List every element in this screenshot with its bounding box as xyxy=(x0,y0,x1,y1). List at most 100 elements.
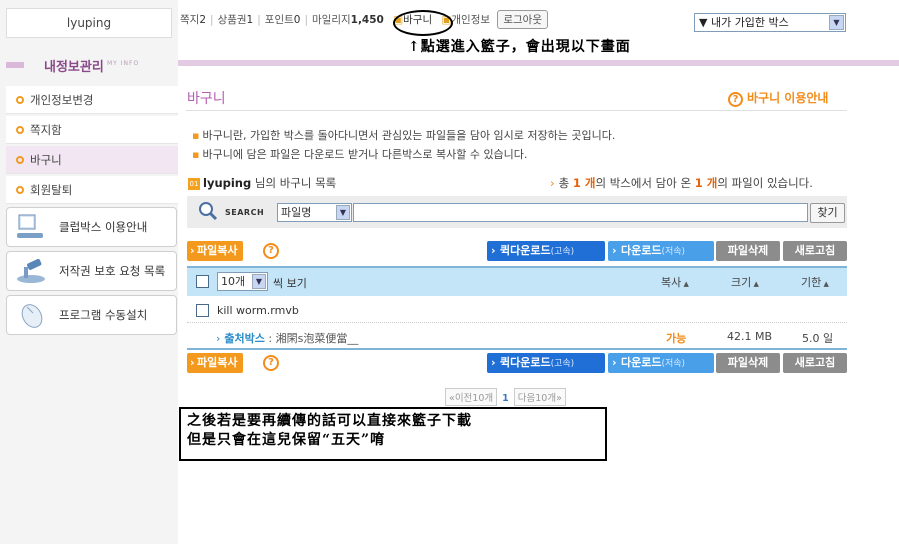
summary-post: 의 파일이 있습니다. xyxy=(717,176,813,190)
row-copy-status: 가능 xyxy=(666,332,687,345)
chevron-down-icon: ▼ xyxy=(252,274,266,289)
mouse-icon xyxy=(21,304,43,328)
download-label: 다운로드 xyxy=(621,356,662,369)
search-input[interactable] xyxy=(353,203,808,222)
computer-icon xyxy=(17,214,43,238)
basket-guide-link[interactable]: ? 바구니 이용안내 xyxy=(728,89,828,107)
list-summary: › 총 1 개의 박스에서 담아 온 1 개의 파일이 있습니다. xyxy=(550,175,813,191)
annotation-note-box: 之後若是要再續傳的話可以直接來籃子下載 但是只會在這兒保留“五天”唷 xyxy=(179,407,607,461)
source-label: 출처박스 xyxy=(224,332,265,345)
select-all-checkbox[interactable] xyxy=(196,275,209,288)
gavel-icon xyxy=(17,258,45,283)
summary-mid: 의 박스에서 담아 온 xyxy=(595,176,695,190)
per-page-label: 씩 보기 xyxy=(273,277,307,290)
download-button[interactable]: 다운로드(저속) xyxy=(608,241,714,261)
divider: | xyxy=(304,13,308,26)
notes-count: 2 xyxy=(199,13,207,26)
mileage-link[interactable]: 마일리지1,450 xyxy=(312,12,384,27)
search-field-select[interactable]: 파일명 ▼ xyxy=(277,203,352,222)
profile-label: 개인정보 xyxy=(451,14,491,26)
coupon-count: 1 xyxy=(246,13,254,26)
search-icon xyxy=(199,202,218,221)
current-page[interactable]: 1 xyxy=(502,393,509,404)
prev-page-button[interactable]: «이전10개 xyxy=(445,388,498,406)
refresh-button-bottom[interactable]: 새로고침 xyxy=(783,353,847,373)
logout-button[interactable]: 로그아웃 xyxy=(497,10,548,29)
summary-pre: 총 xyxy=(558,176,573,190)
description-line-2: 바구니에 담은 파일은 다운로드 받거나 다른박스로 복사할 수 있습니다. xyxy=(192,146,527,162)
sidebar-item-label: 바구니 xyxy=(30,153,62,167)
notes-link[interactable]: 쪽지2 xyxy=(180,12,206,27)
next-page-button[interactable]: 다음10개» xyxy=(513,388,566,406)
page-title: 바구니 xyxy=(187,91,226,107)
column-size[interactable]: 크기 xyxy=(731,274,759,290)
chevron-down-icon: ▼ xyxy=(829,15,844,30)
description-line-1: 바구니란, 가입한 박스를 돌아다니면서 관심있는 파일들을 담아 임시로 저장… xyxy=(192,127,615,143)
point-count: 0 xyxy=(293,13,301,26)
bullet-icon xyxy=(16,96,24,104)
bullet-icon xyxy=(16,126,24,134)
column-expire[interactable]: 기한 xyxy=(801,274,829,290)
list-title-suffix: 님의 바구니 목록 xyxy=(251,176,337,190)
sidebar-title: 내정보관리 xyxy=(44,60,104,75)
copy-file-button-bottom[interactable]: 파일복사 xyxy=(187,353,244,373)
point-link[interactable]: 포인트0 xyxy=(265,12,301,27)
side-box-label: 프로그램 수동설치 xyxy=(59,308,148,322)
quick-download-label: 퀵다운로드 xyxy=(500,244,551,257)
list-title: 01 lyuping 님의 바구니 목록 xyxy=(188,175,336,191)
row-size: 42.1 MB xyxy=(727,330,773,343)
search-field-value: 파일명 xyxy=(281,206,312,219)
download-button-bottom[interactable]: 다운로드(저속) xyxy=(608,353,714,373)
sidebar-item-messages[interactable]: 쪽지함 xyxy=(6,116,178,144)
row-filename[interactable]: kill worm.rmvb xyxy=(217,304,299,317)
sidebar-item-basket[interactable]: 바구니 xyxy=(6,146,178,174)
mileage-count: 1,450 xyxy=(350,13,384,26)
search-button[interactable]: 찾기 xyxy=(810,203,845,223)
row-source: › 출처박스 : 湘閑s泡菜便當__ xyxy=(216,330,358,346)
title-divider xyxy=(186,110,847,111)
quick-download-sub: (고속) xyxy=(550,247,575,257)
help-icon[interactable]: ? xyxy=(263,243,279,259)
bullet-icon xyxy=(16,156,24,164)
delete-file-button[interactable]: 파일삭제 xyxy=(716,241,780,261)
top-bar: 쪽지2 | 상품권1 | 포인트0 | 마일리지1,450 ▣바구니 ▣개인정보 로그아웃 xyxy=(180,10,548,34)
joined-box-select[interactable]: ▼ 내가 가입한 박스 ▼ xyxy=(694,13,846,32)
copyright-list-link[interactable]: 저작권 보호 요청 목록 xyxy=(6,251,177,291)
sidebar-header: 내정보관리 MY INFO xyxy=(0,52,178,78)
question-icon: ? xyxy=(728,92,743,107)
copy-file-button[interactable]: 파일복사 xyxy=(187,241,244,261)
quick-download-label: 퀵다운로드 xyxy=(500,356,551,369)
quick-download-button-bottom[interactable]: 퀵다운로드(고속) xyxy=(487,353,605,373)
pagination: «이전10개 1 다음10개» xyxy=(445,388,566,406)
help-icon[interactable]: ? xyxy=(263,355,279,371)
divider: | xyxy=(210,13,214,26)
summary-file-count: 1 개 xyxy=(694,176,718,190)
summary-box-count: 1 개 xyxy=(572,176,596,190)
per-page-select[interactable]: 10개 ▼ xyxy=(217,272,268,291)
source-value[interactable]: : 湘閑s泡菜便當__ xyxy=(265,332,358,345)
quick-download-button[interactable]: 퀵다운로드(고속) xyxy=(487,241,605,261)
search-label: SEARCH xyxy=(225,208,265,217)
row-checkbox[interactable] xyxy=(196,304,209,317)
notes-label: 쪽지 xyxy=(180,14,200,26)
header-bar xyxy=(6,62,24,68)
download-sub: (저속) xyxy=(661,247,686,257)
manual-install-link[interactable]: 프로그램 수동설치 xyxy=(6,295,177,335)
coupon-link[interactable]: 상품권1 xyxy=(218,12,254,27)
chevron-down-icon: ▼ xyxy=(336,205,350,220)
bullet-icon xyxy=(16,186,24,194)
arrow-right-icon: › xyxy=(550,176,555,190)
club-box-guide-link[interactable]: 클럽박스 이용안내 xyxy=(6,207,177,247)
divider: | xyxy=(257,13,261,26)
sidebar-item-label: 쪽지함 xyxy=(30,123,62,137)
column-copy[interactable]: 복사 xyxy=(661,274,689,290)
annotation-note-line-2: 但是只會在這兒保留“五天”唷 xyxy=(187,432,386,448)
side-box-label: 클럽박스 이용안내 xyxy=(59,220,148,234)
refresh-button[interactable]: 새로고침 xyxy=(783,241,847,261)
delete-file-button-bottom[interactable]: 파일삭제 xyxy=(716,353,780,373)
sidebar-item-profile-edit[interactable]: 개인정보변경 xyxy=(6,86,178,114)
list-user: lyuping xyxy=(203,176,252,190)
sidebar-item-withdraw[interactable]: 회원탈퇴 xyxy=(6,176,178,204)
next-page-label: 다음10개 xyxy=(517,393,557,404)
user-name: lyuping xyxy=(6,8,172,38)
